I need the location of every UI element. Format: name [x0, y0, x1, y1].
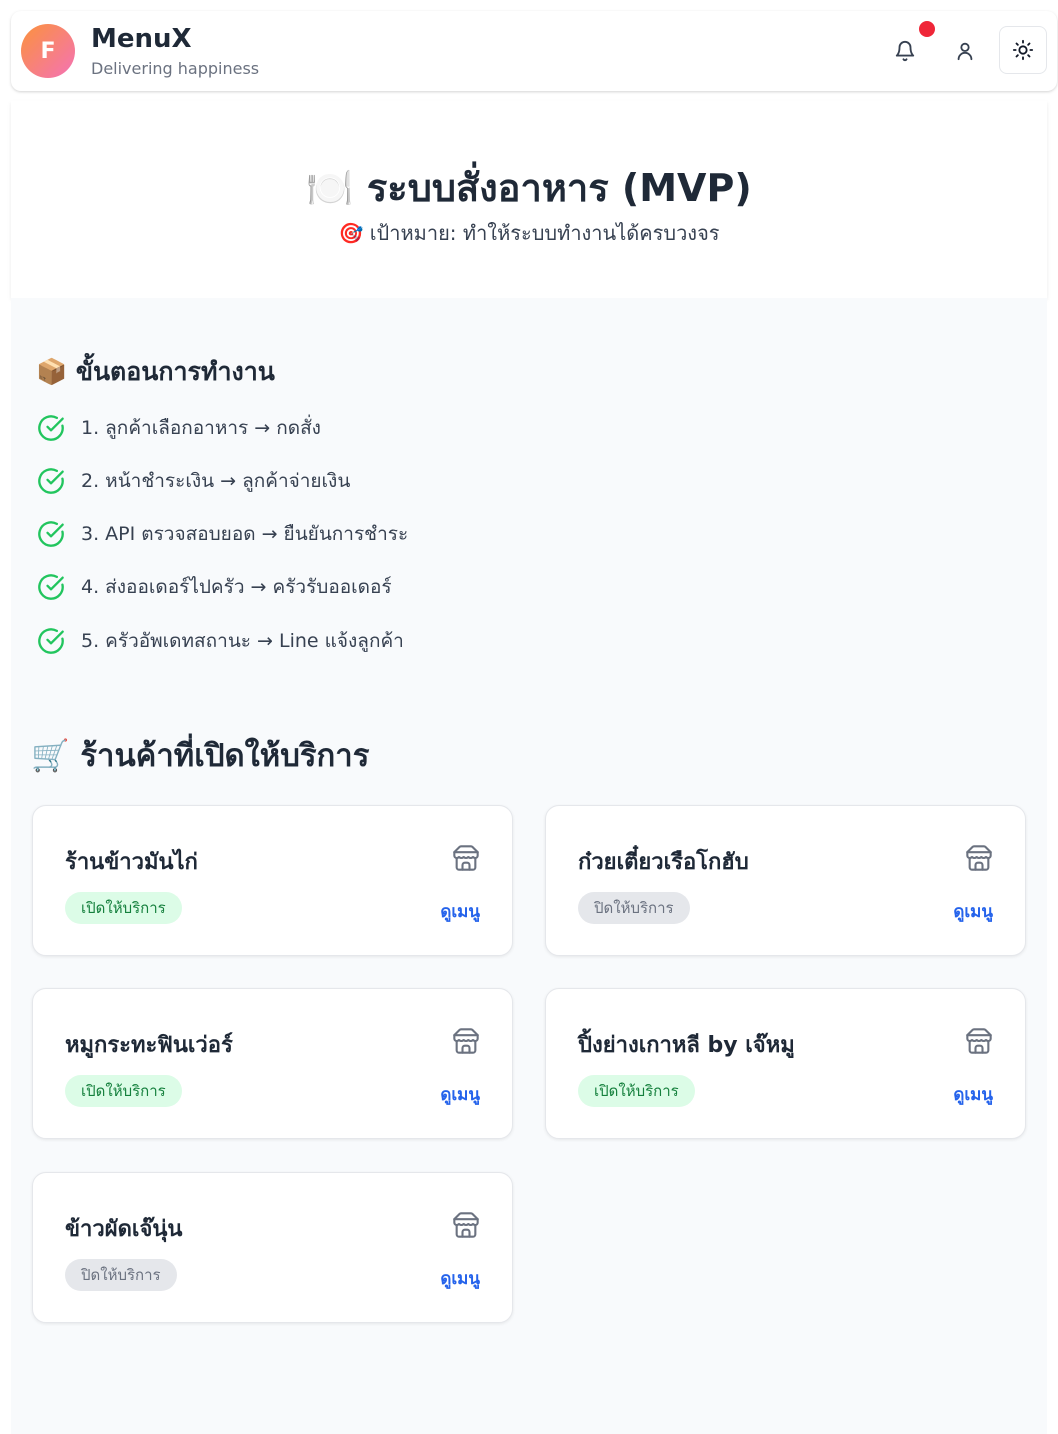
- package-emoji: 📦: [36, 357, 68, 386]
- sun-icon: [1012, 39, 1034, 61]
- step-item: 1. ลูกค้าเลือกอาหาร → กดสั่ง: [37, 413, 321, 443]
- view-menu-link[interactable]: ดูเมนู: [953, 898, 993, 925]
- status-badge: ปิดให้บริการ: [578, 892, 690, 924]
- status-badge: เปิดให้บริการ: [65, 1075, 182, 1107]
- view-menu-link[interactable]: ดูเมนู: [953, 1081, 993, 1108]
- step-item: 5. ครัวอัพเดทสถานะ → Line แจ้งลูกค้า: [37, 626, 404, 656]
- plate-emoji: 🍽️: [306, 166, 354, 210]
- steps-heading-text: ขั้นตอนการทำงาน: [75, 357, 275, 386]
- stores-heading: 🛒 ร้านค้าที่เปิดให้บริการ: [31, 730, 369, 780]
- store-name: ข้าวผัดเจ๊นุ่น: [65, 1217, 183, 1242]
- step-text: 5. ครัวอัพเดทสถานะ → Line แจ้งลูกค้า: [81, 630, 404, 652]
- check-circle-icon: [38, 468, 64, 494]
- page-title-text: ระบบสั่งอาหาร (MVP): [366, 166, 752, 210]
- step-text: 2. หน้าชำระเงิน → ลูกค้าจ่ายเงิน: [81, 470, 351, 492]
- store-card[interactable]: หมูกระทะฟินเว่อร์ เปิดให้บริการ ดูเมนู: [32, 988, 513, 1139]
- step-item: 4. ส่งออเดอร์ไปครัว → ครัวรับออเดอร์: [37, 572, 392, 602]
- page-subtitle: 🎯 เป้าหมาย: ทำให้ระบบทำงานได้ครบวงจร: [11, 217, 1047, 249]
- store-name: ร้านข้าวมันไก่: [65, 850, 198, 875]
- store-name: ก๋วยเตี๋ยวเรือโกฮับ: [578, 850, 749, 875]
- hero-section: 🍽️ ระบบสั่งอาหาร (MVP) 🎯 เป้าหมาย: ทำให้…: [11, 101, 1047, 298]
- view-menu-link[interactable]: ดูเมนู: [440, 898, 480, 925]
- page-title: 🍽️ ระบบสั่งอาหาร (MVP): [11, 157, 1047, 218]
- step-item: 2. หน้าชำระเงิน → ลูกค้าจ่ายเงิน: [37, 466, 350, 496]
- store-name: ปิ้งย่างเกาหลี by เจ๊หมู: [578, 1033, 795, 1058]
- store-icon: [966, 845, 992, 871]
- check-circle-icon: [38, 574, 64, 600]
- check-circle-icon: [38, 415, 64, 441]
- view-menu-link[interactable]: ดูเมนู: [440, 1081, 480, 1108]
- store-icon: [966, 1028, 992, 1054]
- main-content: 📦 ขั้นตอนการทำงาน 1. ลูกค้าเลือกอาหาร → …: [11, 298, 1047, 1434]
- check-circle-icon: [38, 628, 64, 654]
- notification-dot: [919, 21, 935, 37]
- stores-heading-text: ร้านค้าที่เปิดให้บริการ: [80, 738, 370, 774]
- store-icon: [453, 845, 479, 871]
- app-subtitle: Delivering happiness: [91, 59, 260, 78]
- step-item: 3. API ตรวจสอบยอด → ยืนยันการชำระ: [37, 519, 408, 549]
- profile-button[interactable]: [947, 33, 983, 69]
- store-icon: [453, 1212, 479, 1238]
- app-title: MenuX: [91, 24, 192, 54]
- status-badge: เปิดให้บริการ: [65, 892, 182, 924]
- view-menu-link[interactable]: ดูเมนู: [440, 1265, 480, 1292]
- user-icon: [957, 42, 973, 61]
- notifications-button[interactable]: [887, 33, 923, 69]
- check-circle-icon: [38, 521, 64, 547]
- status-badge: เปิดให้บริการ: [578, 1075, 695, 1107]
- store-card[interactable]: ข้าวผัดเจ๊นุ่น ปิดให้บริการ ดูเมนู: [32, 1172, 513, 1323]
- store-name: หมูกระทะฟินเว่อร์: [65, 1033, 233, 1058]
- step-text: 3. API ตรวจสอบยอด → ยืนยันการชำระ: [81, 523, 409, 545]
- theme-toggle-button[interactable]: [999, 26, 1047, 74]
- step-text: 4. ส่งออเดอร์ไปครัว → ครัวรับออเดอร์: [81, 576, 392, 598]
- steps-heading: 📦 ขั้นตอนการทำงาน: [36, 352, 275, 392]
- store-card[interactable]: ร้านข้าวมันไก่ เปิดให้บริการ ดูเมนู: [32, 805, 513, 956]
- app-header: F MenuX Delivering happiness: [11, 11, 1057, 91]
- step-text: 1. ลูกค้าเลือกอาหาร → กดสั่ง: [81, 417, 321, 439]
- store-icon: [453, 1028, 479, 1054]
- bell-icon: [895, 41, 915, 62]
- store-card[interactable]: ก๋วยเตี๋ยวเรือโกฮับ ปิดให้บริการ ดูเมนู: [545, 805, 1026, 956]
- avatar[interactable]: F: [21, 24, 75, 78]
- store-card[interactable]: ปิ้งย่างเกาหลี by เจ๊หมู เปิดให้บริการ ด…: [545, 988, 1026, 1139]
- page-subtitle-text: เป้าหมาย: ทำให้ระบบทำงานได้ครบวงจร: [369, 221, 720, 245]
- target-emoji: 🎯: [338, 221, 364, 245]
- cart-emoji: 🛒: [31, 738, 70, 774]
- status-badge: ปิดให้บริการ: [65, 1259, 177, 1291]
